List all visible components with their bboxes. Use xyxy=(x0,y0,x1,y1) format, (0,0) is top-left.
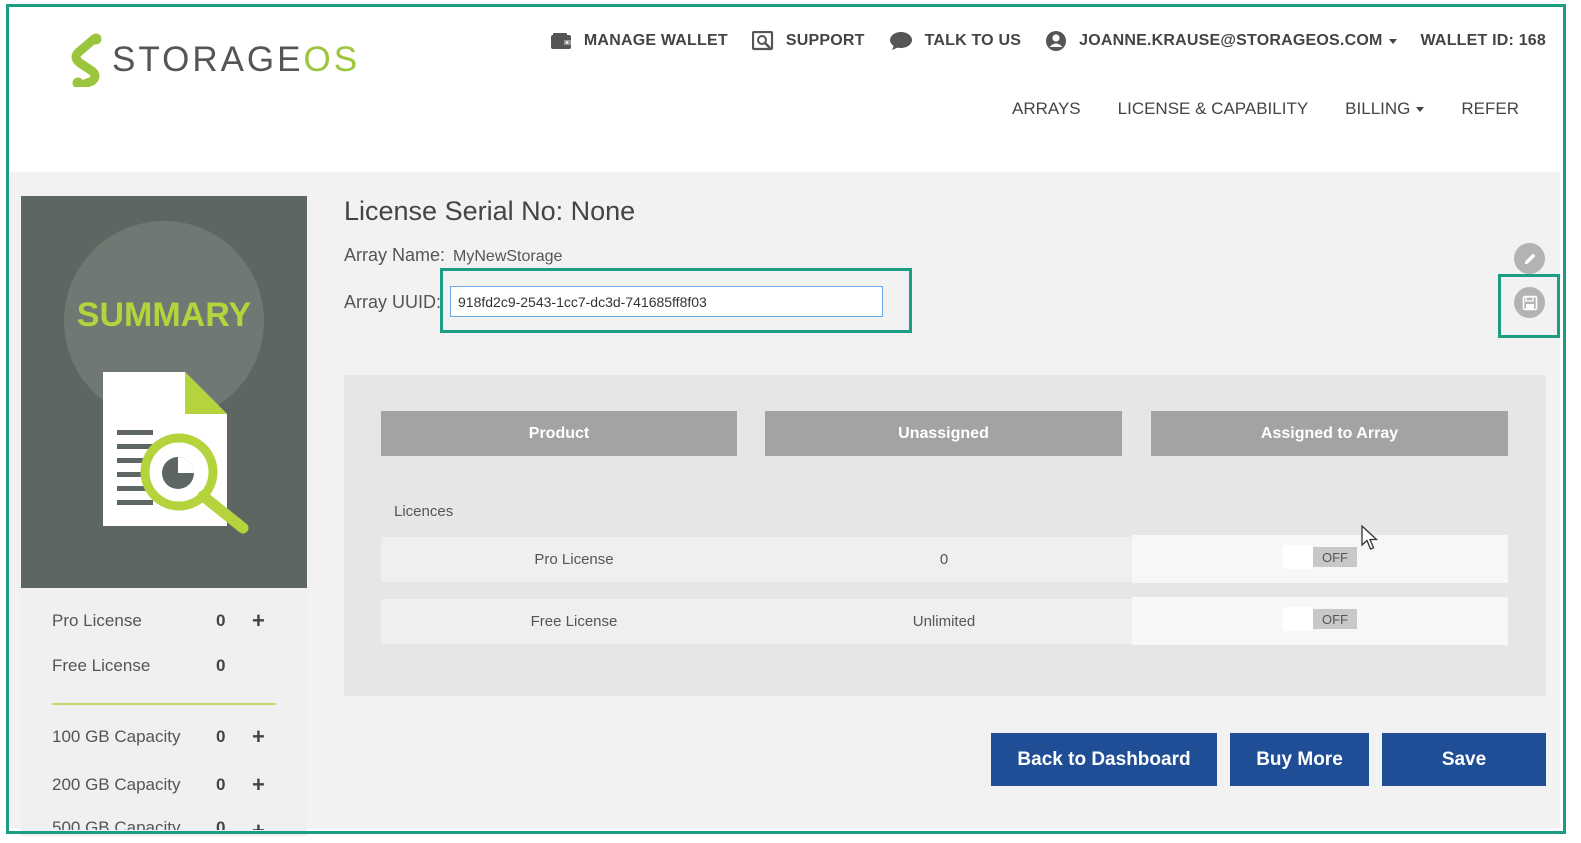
support-link[interactable]: SUPPORT xyxy=(751,31,865,51)
save-icon-button[interactable] xyxy=(1514,287,1545,318)
utility-nav: MANAGE WALLET SUPPORT TALK TO US JOANNE.… xyxy=(526,30,1546,52)
talk-to-us-link[interactable]: TALK TO US xyxy=(889,31,1022,51)
logo-text: STORAGEOS xyxy=(112,40,361,79)
wallet-icon xyxy=(550,32,572,50)
chevron-down-icon xyxy=(1416,106,1425,112)
mouse-pointer-icon xyxy=(1361,525,1379,550)
chevron-down-icon xyxy=(1388,38,1397,44)
sidebar-row-free-license: Free License 0 xyxy=(52,656,226,675)
page-title: License Serial No: None xyxy=(344,196,636,226)
buy-more-button[interactable]: Buy More xyxy=(1230,733,1369,786)
nav-refer[interactable]: REFER xyxy=(1461,99,1519,119)
toggle-knob xyxy=(1283,545,1313,569)
array-name-value: MyNewStorage xyxy=(453,248,563,265)
row-product: Free License xyxy=(530,613,618,630)
pencil-icon xyxy=(1524,253,1535,264)
sidebar-row-pro-license: Pro License 0 + xyxy=(52,608,265,634)
save-button[interactable]: Save xyxy=(1382,733,1546,786)
add-500gb-button[interactable]: + xyxy=(252,818,265,830)
add-200gb-button[interactable]: + xyxy=(252,772,265,798)
back-to-dashboard-button[interactable]: Back to Dashboard xyxy=(991,733,1217,786)
wallet-id: WALLET ID: 168 xyxy=(1420,32,1546,49)
summary-title: SUMMARY xyxy=(76,296,252,334)
nav-billing[interactable]: BILLING xyxy=(1345,99,1425,119)
edit-button[interactable] xyxy=(1514,243,1545,274)
nav-license-capability[interactable]: LICENSE & CAPABILITY xyxy=(1118,99,1309,119)
array-uuid-label: Array UUID: xyxy=(344,292,442,312)
chat-bubble-icon xyxy=(889,31,913,51)
logo-mark-icon xyxy=(71,33,102,87)
row-unassigned: 0 xyxy=(939,551,949,568)
main-nav: ARRAYS LICENSE & CAPABILITY BILLING REFE… xyxy=(975,99,1519,119)
sidebar-row-200gb: 200 GB Capacity 0 + xyxy=(52,772,265,798)
sidebar-row-500gb: 500 GB Capacity 0 + xyxy=(52,818,292,830)
table-row: Pro License 0 OFF xyxy=(381,535,1508,583)
toggle-knob xyxy=(1283,607,1313,631)
row-product: Pro License xyxy=(534,551,614,568)
storageos-logo[interactable]: STORAGEOS xyxy=(66,33,360,87)
free-license-toggle[interactable]: OFF xyxy=(1283,607,1357,631)
toggle-state: OFF xyxy=(1313,609,1357,629)
table-row: Free License Unlimited OFF xyxy=(381,597,1508,645)
add-100gb-button[interactable]: + xyxy=(252,724,265,750)
row-unassigned: Unlimited xyxy=(912,613,976,630)
manage-wallet-link[interactable]: MANAGE WALLET xyxy=(550,32,728,50)
floppy-disk-icon xyxy=(1522,295,1537,310)
sidebar-divider xyxy=(52,703,276,705)
user-account-menu[interactable]: JOANNE.KRAUSE@STORAGEOS.COM xyxy=(1045,30,1397,52)
add-pro-license-button[interactable]: + xyxy=(252,608,265,634)
support-icon xyxy=(751,31,774,51)
row-assigned-cell: OFF xyxy=(1132,535,1508,583)
licences-section-label: Licences xyxy=(394,503,454,520)
array-uuid-input[interactable] xyxy=(450,286,883,317)
array-name-row: Array Name: MyNewStorage xyxy=(344,245,563,265)
header-assigned-to-array: Assigned to Array xyxy=(1151,411,1508,456)
header-unassigned: Unassigned xyxy=(765,411,1122,456)
summary-card: SUMMARY xyxy=(21,196,307,588)
row-assigned-cell: OFF xyxy=(1132,597,1508,645)
report-magnifier-icon xyxy=(103,372,249,534)
header-product: Product xyxy=(381,411,737,456)
sidebar-row-100gb: 100 GB Capacity 0 + xyxy=(52,724,265,750)
nav-arrays[interactable]: ARRAYS xyxy=(1012,99,1081,119)
user-circle-icon xyxy=(1045,30,1067,52)
pro-license-toggle[interactable]: OFF xyxy=(1283,545,1357,569)
toggle-state: OFF xyxy=(1313,547,1357,567)
